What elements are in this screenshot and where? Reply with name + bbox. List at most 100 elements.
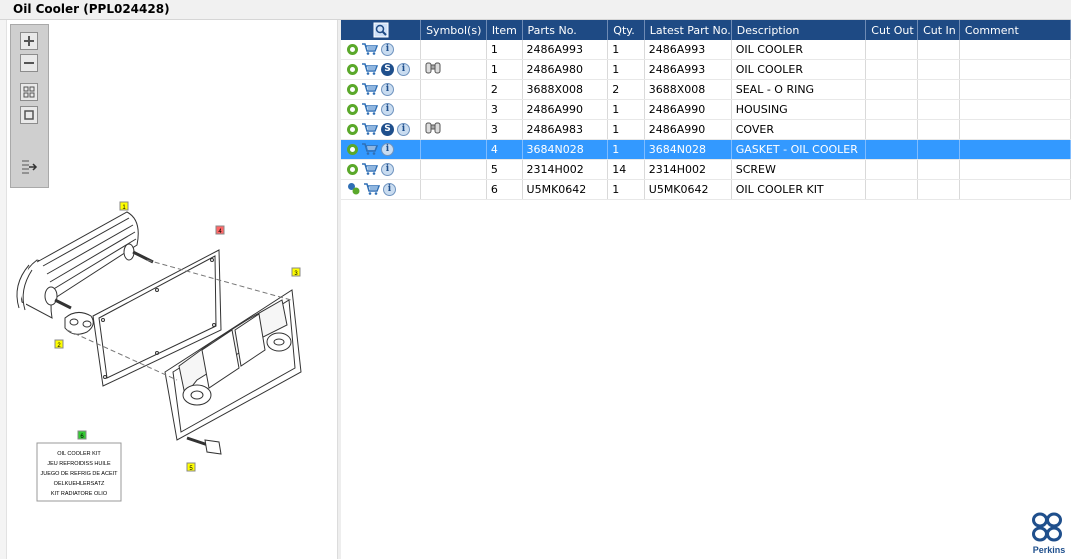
row-tools-cell: Si (341, 119, 422, 140)
table-row[interactable]: i 2 3688X008 2 3688X008 SEAL - O RING (341, 79, 1071, 100)
latest-part-no-cell: 3688X008 (644, 79, 732, 100)
column-header-description[interactable]: Description (731, 20, 867, 40)
symbol-cell (420, 119, 487, 140)
row-tools-cell: i (341, 40, 422, 60)
fit-all-button[interactable] (20, 83, 38, 101)
zoom-out-button[interactable] (20, 54, 38, 72)
parts-no-cell: 3688X008 (522, 79, 609, 100)
info-icon[interactable]: i (381, 83, 394, 96)
s-icon[interactable]: S (381, 63, 394, 76)
symbol-cell (420, 59, 487, 80)
cart-icon[interactable] (361, 122, 379, 138)
housing-drawing[interactable] (164, 289, 302, 441)
gear-icon[interactable] (347, 124, 358, 135)
gear-icon[interactable] (347, 104, 358, 115)
cart-icon[interactable] (361, 162, 379, 178)
latest-part-no-cell: 3684N028 (644, 139, 732, 160)
cart-icon[interactable] (361, 62, 379, 78)
column-header-latest-part-no[interactable]: Latest Part No. (644, 20, 732, 40)
gear-icon[interactable] (347, 164, 358, 175)
gear-icon[interactable] (347, 144, 358, 155)
qty-cell: 1 (607, 59, 645, 80)
binoculars-icon[interactable] (425, 121, 441, 138)
symbol-cell (420, 99, 487, 120)
qty-cell: 2 (607, 79, 645, 100)
s-icon[interactable]: S (381, 123, 394, 136)
comment-cell (959, 79, 1071, 100)
cart-icon[interactable] (361, 82, 379, 98)
cut-in-cell (917, 159, 960, 180)
comment-cell (959, 159, 1071, 180)
screw-drawing[interactable] (186, 436, 222, 455)
cart-icon[interactable] (363, 182, 381, 198)
square-icon (24, 110, 34, 120)
cut-in-cell (917, 139, 960, 160)
kit-line-3: JUEGO DE REFRIG DE ACEIT (40, 471, 118, 477)
row-tools-cell: i (341, 139, 422, 160)
table-row[interactable]: i 3 2486A990 1 2486A990 HOUSING (341, 99, 1071, 120)
latest-part-no-cell: 2486A993 (644, 59, 732, 80)
qty-cell: 1 (607, 99, 645, 120)
perkins-logo: Perkins (1032, 512, 1065, 555)
info-icon[interactable]: i (381, 103, 394, 116)
column-header-comment[interactable]: Comment (959, 20, 1071, 40)
table-row[interactable]: i 5 2314H002 14 2314H002 SCREW (341, 159, 1071, 180)
gear-icon[interactable] (347, 44, 358, 55)
column-header-parts-no[interactable]: Parts No. (522, 20, 609, 40)
export-button[interactable] (20, 158, 38, 176)
exploded-parts-diagram[interactable]: 1 4 3 2 6 5 OIL COOLER KIT JEU REFROIDIS… (7, 190, 335, 510)
info-icon[interactable]: i (381, 143, 394, 156)
cart-icon[interactable] (361, 142, 379, 158)
table-row[interactable]: i 4 3684N028 1 3684N028 GASKET - OIL COOLER (341, 139, 1071, 160)
row-tools-cell: i (341, 159, 422, 180)
gears-icon[interactable] (347, 182, 360, 198)
parts-no-cell: 2486A990 (522, 99, 609, 120)
gear-icon[interactable] (347, 84, 358, 95)
description-cell: OIL COOLER KIT (731, 179, 867, 200)
column-header-cut-in[interactable]: Cut In (917, 20, 960, 40)
title-bar: Oil Cooler (PPL024428) (0, 0, 1071, 20)
info-icon[interactable]: i (381, 43, 394, 56)
gear-icon[interactable] (347, 64, 358, 75)
symbol-cell (420, 79, 487, 100)
info-icon[interactable]: i (383, 183, 396, 196)
description-cell: SCREW (731, 159, 867, 180)
cut-in-cell (917, 99, 960, 120)
oil-cooler-drawing[interactable] (16, 211, 154, 319)
kit-line-4: OELKUEHLERSATZ (54, 481, 105, 487)
table-row[interactable]: i 6 U5MK0642 1 U5MK0642 OIL COOLER KIT (341, 179, 1071, 200)
column-header-cut-out[interactable]: Cut Out (865, 20, 919, 40)
fit-page-button[interactable] (20, 106, 38, 124)
comment-cell (959, 99, 1071, 120)
cut-out-cell (865, 99, 919, 120)
window-title: Oil Cooler (PPL024428) (13, 2, 170, 16)
item-cell: 6 (486, 179, 523, 200)
cart-icon[interactable] (361, 42, 379, 58)
cart-icon[interactable] (361, 102, 379, 118)
column-header-symbols[interactable]: Symbol(s) (420, 20, 487, 40)
symbol-cell (420, 159, 487, 180)
binoculars-icon[interactable] (425, 61, 441, 78)
latest-part-no-cell: 2486A990 (644, 99, 732, 120)
info-icon[interactable]: i (397, 123, 410, 136)
comment-cell (959, 40, 1071, 60)
table-row[interactable]: i 1 2486A993 1 2486A993 OIL COOLER (341, 40, 1071, 60)
column-header-qty[interactable]: Qty. (607, 20, 645, 40)
description-cell: SEAL - O RING (731, 79, 867, 100)
parts-table: Symbol(s) Item Parts No. Qty. Latest Par… (341, 20, 1071, 200)
info-icon[interactable]: i (381, 163, 394, 176)
table-row[interactable]: Si 3 2486A983 1 2486A990 COVER (341, 119, 1071, 140)
row-tools-cell: i (341, 99, 422, 120)
cut-out-cell (865, 79, 919, 100)
qty-cell: 1 (607, 179, 645, 200)
parts-no-cell: 2486A980 (522, 59, 609, 80)
table-row[interactable]: Si 1 2486A980 1 2486A993 OIL COOLER (341, 59, 1071, 80)
cut-in-cell (917, 79, 960, 100)
info-icon[interactable]: i (397, 63, 410, 76)
column-header-tools[interactable] (341, 20, 422, 40)
item-cell: 5 (486, 159, 523, 180)
description-cell: COVER (731, 119, 867, 140)
zoom-in-button[interactable] (20, 32, 38, 50)
column-header-item[interactable]: Item (486, 20, 523, 40)
item-cell: 3 (486, 99, 523, 120)
